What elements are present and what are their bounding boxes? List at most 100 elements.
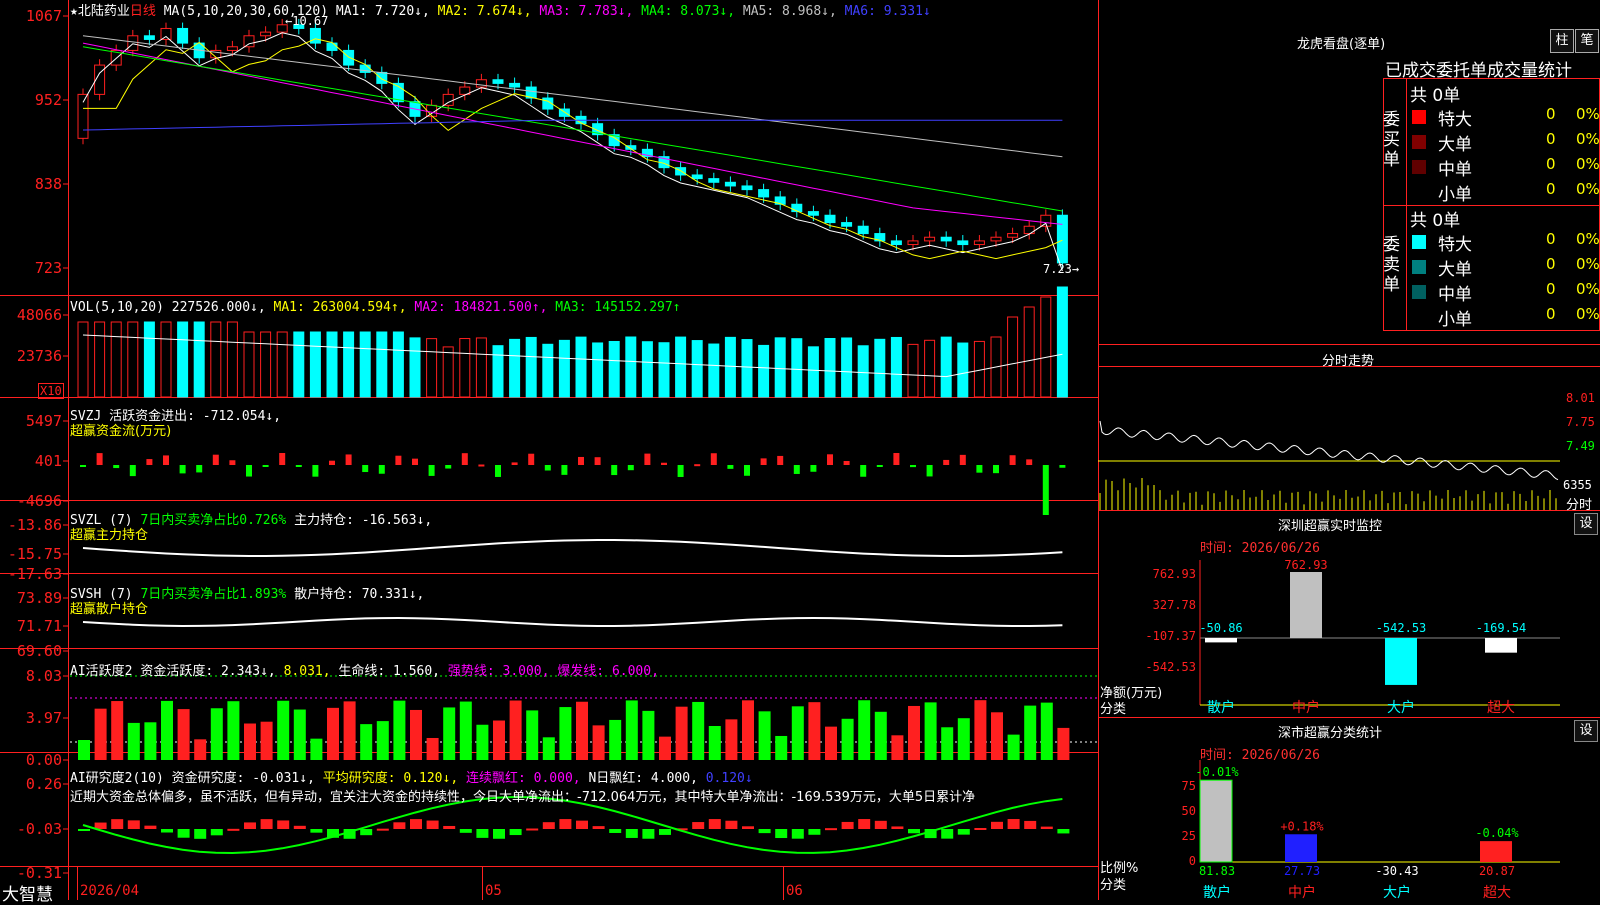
monitor-value-label: 762.93 (1284, 558, 1327, 572)
fund-flow-bar (1042, 465, 1049, 515)
volume-bar (143, 321, 155, 398)
fund-flow-bar (727, 465, 734, 469)
research-bar (459, 829, 472, 833)
research-bar (542, 822, 555, 829)
volume-bar (359, 331, 371, 398)
activity-bar (78, 740, 90, 760)
fund-flow-bar (212, 454, 219, 465)
activity-bar (908, 705, 920, 760)
moving-average-line (82, 35, 1063, 158)
ai-active-header-item: 生命线: 1.560, (338, 664, 448, 679)
activity-bar (509, 700, 522, 760)
volume-bar (110, 321, 122, 398)
star-icon[interactable]: ★ (70, 4, 78, 19)
volume-bar (326, 331, 338, 398)
activity-bar (742, 700, 754, 760)
sz-classify-settings-button[interactable]: 设 (1574, 720, 1598, 742)
moving-average-line (82, 32, 1063, 272)
fund-flow-bar (113, 465, 120, 469)
stock-name[interactable]: 北陆药业 (78, 4, 130, 19)
activity-bar (476, 724, 489, 760)
volume-bar (608, 340, 620, 398)
volume-bar (492, 345, 504, 398)
activity-bar (991, 712, 1003, 760)
fund-flow-bar (329, 460, 335, 465)
activity-bar (94, 708, 107, 760)
buy-orders-label: 委买单 (1383, 110, 1400, 170)
research-bar (725, 820, 738, 829)
volume-unit: X10 (38, 383, 64, 399)
candle-body (940, 236, 952, 242)
candle-body (758, 189, 770, 198)
period-label[interactable]: 日线 (130, 4, 156, 19)
volume-bar (957, 342, 969, 398)
axis-label: 1067 (26, 7, 62, 25)
ma-value-item: MA6: 9.331↓ (844, 4, 931, 19)
ai-active-header-item: 8.031, (283, 664, 339, 679)
research-bar (244, 822, 256, 829)
axis-label: 5497 (26, 412, 62, 430)
activity-bar (310, 738, 323, 760)
activity-bar (708, 726, 721, 760)
order-color-swatch (1412, 110, 1426, 124)
pen-mode-button[interactable]: 笔 (1575, 29, 1599, 53)
fund-flow-bar (760, 458, 767, 465)
retail-position-line (82, 616, 1063, 628)
fund-flow-bar (710, 453, 717, 465)
high-price-label: ←10.67 (285, 14, 329, 28)
research-bar (410, 819, 422, 829)
research-bar (260, 819, 273, 829)
fund-flow-bar (993, 465, 999, 474)
sell-total: 共 0单 (1410, 211, 1461, 231)
sz-monitor-settings-button[interactable]: 设 (1574, 513, 1598, 535)
sz-classify-time: 时间: 2026/06/26 (1200, 748, 1320, 763)
axis-label: 23736 (17, 347, 62, 365)
order-label: 大单 (1438, 135, 1472, 155)
activity-bar (277, 700, 290, 760)
classify-top-label: +0.18% (1280, 819, 1324, 833)
volume-bar (193, 321, 205, 398)
classify-axis-label: 0 (1189, 854, 1196, 868)
order-value: 0 (1546, 230, 1556, 248)
fund-flow-bar (163, 455, 169, 465)
fund-flow-bar (428, 465, 435, 476)
activity-bar (327, 707, 339, 760)
volume-bar (691, 340, 703, 398)
monitor-category-label: 散户 (1207, 699, 1235, 716)
fund-flow-bar (279, 453, 286, 465)
bar-mode-button[interactable]: 柱 (1550, 29, 1574, 53)
activity-bar (260, 721, 273, 760)
fund-flow-bar (445, 465, 452, 469)
fund-flow-bar (644, 453, 651, 465)
research-bar (758, 829, 771, 834)
fund-flow-bar (544, 465, 551, 471)
research-bar (708, 819, 721, 829)
activity-bar (177, 709, 190, 760)
fund-flow-bar (362, 465, 369, 473)
candle-body (260, 31, 272, 37)
axis-label: -4696 (17, 492, 62, 510)
fund-flow-bar (594, 457, 601, 465)
activity-bar (858, 700, 871, 760)
research-bar (559, 819, 572, 829)
research-bar (526, 828, 539, 831)
sz-classify-xlabel: 分类 (1100, 878, 1127, 893)
research-bar (310, 829, 323, 833)
activity-bar (808, 702, 821, 760)
candle-body (177, 27, 189, 44)
volume-bar (243, 331, 255, 398)
activity-bar (161, 700, 173, 760)
research-bar (908, 829, 920, 834)
activity-bar (410, 709, 422, 760)
activity-bar (891, 735, 904, 760)
fund-flow-bar (578, 456, 584, 465)
classify-category-label: 大户 (1383, 884, 1411, 900)
axis-label: 723 (35, 259, 62, 277)
activity-bar (1057, 727, 1070, 760)
activity-bar (194, 739, 207, 760)
fund-flow-bar (694, 464, 701, 467)
volume-bar (276, 331, 288, 398)
activity-bar (542, 737, 555, 760)
activity-bar (443, 707, 456, 760)
volume-bar (658, 342, 670, 398)
